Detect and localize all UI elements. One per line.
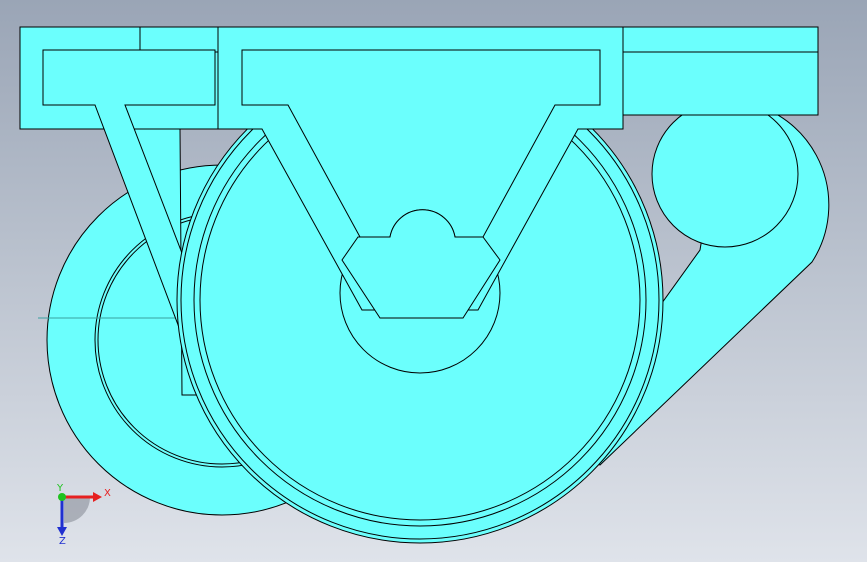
left-bracket-top-plate-strip — [139, 26, 221, 53]
right-roller — [651, 100, 799, 248]
triad-y-axis — [58, 493, 66, 501]
triad-y-label: Y — [56, 483, 64, 494]
right-top-plate-strip — [619, 26, 819, 53]
triad-x-label: X — [104, 488, 111, 499]
cad-viewport[interactable]: X Y Z — [0, 0, 867, 562]
triad-z-label: Z — [59, 536, 66, 547]
